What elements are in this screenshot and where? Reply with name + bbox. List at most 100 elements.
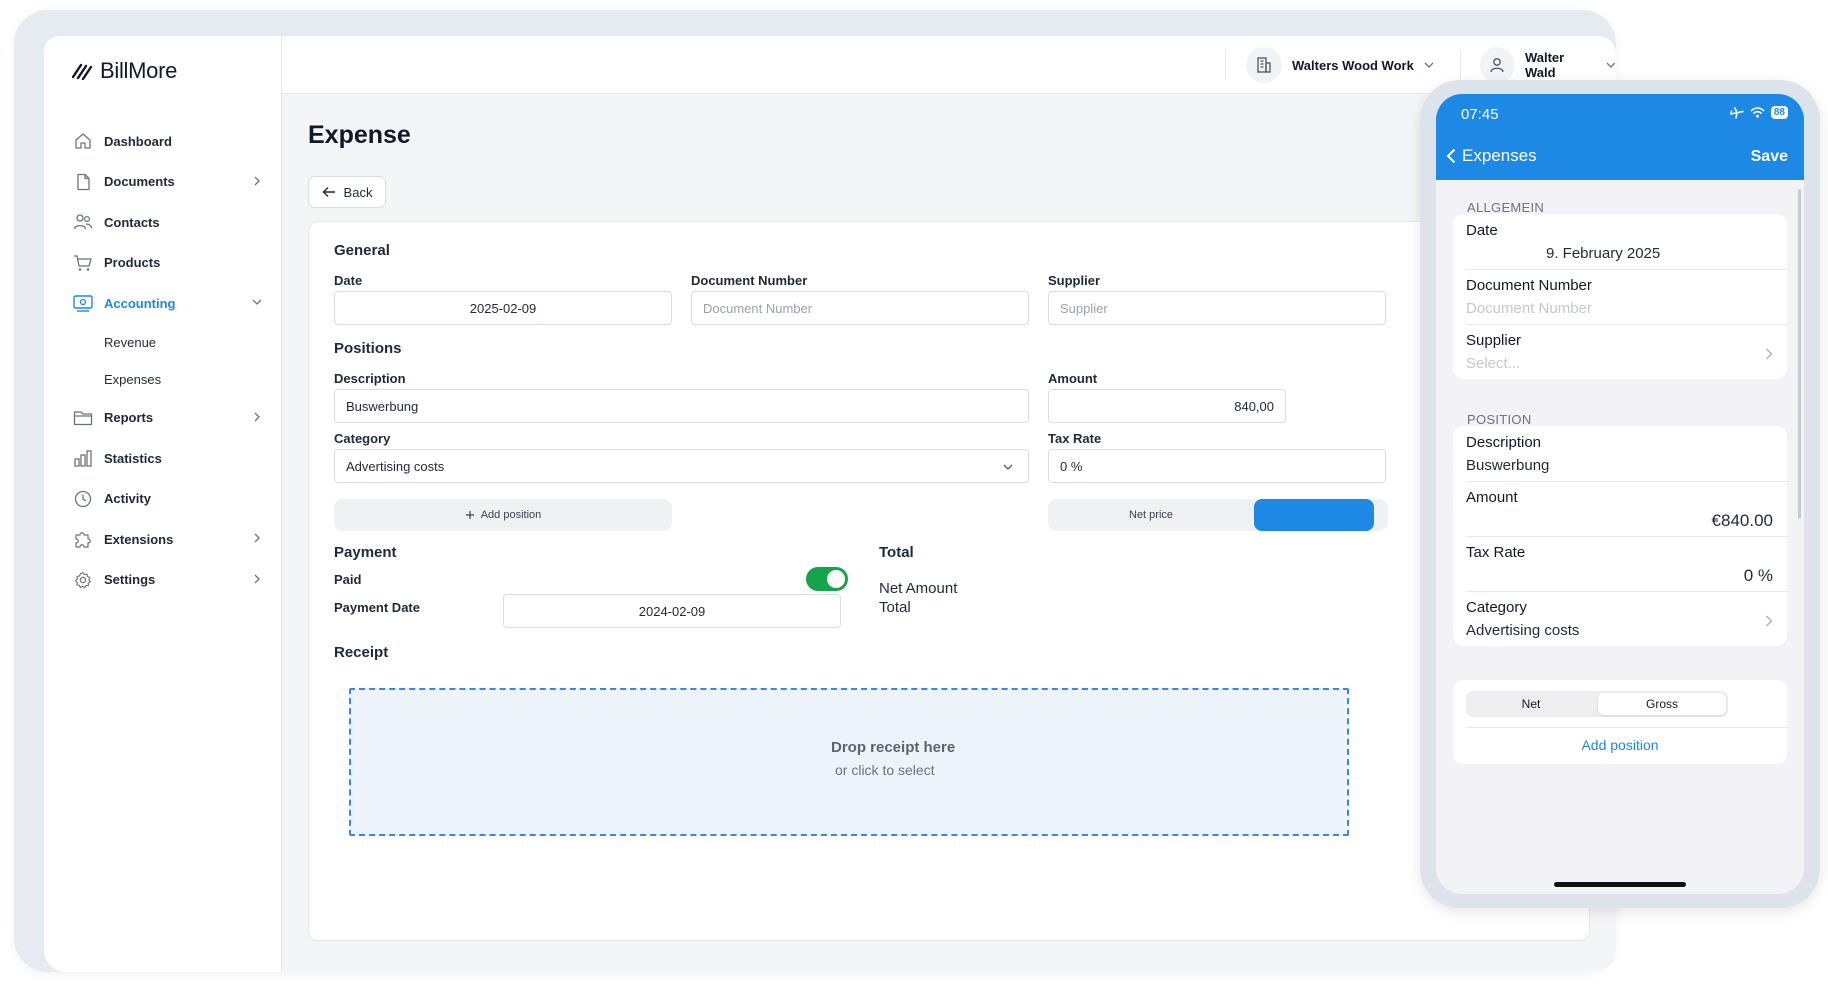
amount-label: Amount bbox=[1048, 371, 1098, 386]
mobile-category-row[interactable]: Category Advertising costs bbox=[1453, 591, 1787, 646]
sidebar-item-documents[interactable]: Documents bbox=[62, 162, 272, 203]
desktop-app-window: BillMore Dashboard Documents Contacts Pr… bbox=[44, 36, 1616, 972]
sidebar-item-accounting[interactable]: Accounting bbox=[62, 283, 272, 324]
sidebar-item-label: Statistics bbox=[104, 450, 162, 466]
chevron-down-icon bbox=[1606, 62, 1616, 68]
supplier-input[interactable]: Supplier bbox=[1048, 291, 1386, 325]
mobile-tax-rate-label: Tax Rate bbox=[1466, 544, 1526, 561]
paid-label: Paid bbox=[334, 572, 362, 587]
mobile-date-row[interactable]: Date 9. February 2025 bbox=[1453, 214, 1787, 269]
plus-icon bbox=[465, 511, 474, 519]
top-bar: Walters Wood Work Walter Wald bbox=[282, 36, 1616, 94]
mobile-amount-row[interactable]: Amount €840.00 bbox=[1453, 481, 1787, 536]
payment-date-label: Payment Date bbox=[334, 600, 420, 615]
tax-rate-label: Tax Rate bbox=[1048, 431, 1102, 446]
sidebar-item-settings[interactable]: Settings bbox=[62, 560, 272, 601]
mobile-amount-label: Amount bbox=[1466, 489, 1518, 506]
sidebar-item-label: Dashboard bbox=[104, 133, 172, 149]
home-icon bbox=[72, 130, 94, 152]
user-menu[interactable]: Walter Wald bbox=[1480, 46, 1616, 84]
net-amount-label: Net Amount bbox=[879, 580, 958, 597]
brand-logo[interactable]: BillMore bbox=[72, 58, 177, 84]
mobile-add-position-button[interactable]: Add position bbox=[1453, 737, 1787, 753]
mobile-tax-rate-row[interactable]: Tax Rate 0 % bbox=[1453, 536, 1787, 591]
sidebar-subitem-expenses[interactable]: Expenses bbox=[62, 361, 272, 398]
mobile-supplier-row[interactable]: Supplier Select... bbox=[1453, 324, 1787, 379]
mobile-category-value: Advertising costs bbox=[1466, 622, 1580, 639]
back-button-label: Back bbox=[343, 184, 373, 200]
description-input[interactable]: Buswerbung bbox=[334, 389, 1029, 423]
price-mode-toggle: Net price bbox=[1048, 499, 1388, 531]
back-button[interactable]: Back bbox=[308, 176, 386, 208]
dropzone-subtitle: or click to select bbox=[835, 762, 935, 778]
mobile-gross-option[interactable]: Gross bbox=[1598, 693, 1726, 715]
sidebar-item-label: Products bbox=[104, 255, 161, 271]
home-indicator bbox=[1554, 882, 1686, 887]
sidebar-item-label: Activity bbox=[104, 491, 151, 507]
sidebar-item-products[interactable]: Products bbox=[62, 243, 272, 284]
gross-price-option[interactable] bbox=[1254, 499, 1374, 531]
user-name: Walter Wald bbox=[1524, 50, 1565, 80]
contacts-icon bbox=[72, 211, 94, 233]
mobile-back-button[interactable]: Expenses bbox=[1446, 146, 1537, 166]
puzzle-icon bbox=[72, 528, 94, 550]
arrow-left-icon bbox=[322, 187, 335, 197]
folder-icon bbox=[72, 407, 94, 429]
mobile-app-screen: 07:45 88 Expenses Save ALLGEMEIN Date 9.… bbox=[1436, 94, 1804, 894]
mobile-price-mode-toggle: Net Gross bbox=[1466, 691, 1728, 717]
gear-icon bbox=[72, 569, 94, 591]
dropzone-title: Drop receipt here bbox=[831, 739, 956, 756]
category-select[interactable]: Advertising costs bbox=[334, 449, 1029, 483]
chevron-down-icon bbox=[1003, 464, 1013, 470]
mobile-document-number-label: Document Number bbox=[1466, 277, 1592, 294]
chevron-right-icon bbox=[1765, 348, 1773, 360]
payment-date-input[interactable]: 2024-02-09 bbox=[503, 594, 841, 628]
mobile-date-label: Date bbox=[1466, 222, 1498, 239]
amount-input[interactable]: 840,00 bbox=[1048, 389, 1286, 423]
mobile-back-label: Expenses bbox=[1462, 146, 1537, 165]
divider bbox=[1466, 727, 1787, 728]
sidebar-subitem-revenue[interactable]: Revenue bbox=[62, 324, 272, 361]
mobile-save-button[interactable]: Save bbox=[1751, 148, 1788, 166]
sidebar-item-activity[interactable]: Activity bbox=[62, 479, 272, 520]
sidebar-item-label: Contacts bbox=[104, 214, 160, 230]
mobile-position-group: Description Buswerbung Amount €840.00 Ta… bbox=[1453, 426, 1787, 646]
sidebar-item-statistics[interactable]: Statistics bbox=[62, 438, 272, 479]
organization-switcher[interactable]: Walters Wood Work bbox=[1246, 46, 1434, 84]
document-number-input[interactable]: Document Number bbox=[691, 291, 1029, 325]
sidebar-item-contacts[interactable]: Contacts bbox=[62, 202, 272, 243]
sidebar-item-dashboard[interactable]: Dashboard bbox=[62, 121, 272, 162]
sidebar-item-extensions[interactable]: Extensions bbox=[62, 519, 272, 560]
net-price-option[interactable]: Net price bbox=[1048, 499, 1254, 531]
add-position-button[interactable]: Add position bbox=[334, 499, 672, 531]
cart-icon bbox=[72, 252, 94, 274]
mobile-supplier-label: Supplier bbox=[1466, 332, 1522, 349]
paid-toggle[interactable] bbox=[806, 567, 848, 591]
mobile-net-option[interactable]: Net bbox=[1466, 691, 1596, 717]
tax-rate-input[interactable]: 0 % bbox=[1048, 449, 1386, 483]
billmore-logo-icon bbox=[72, 63, 93, 80]
mobile-amount-value: €840.00 bbox=[1711, 511, 1773, 530]
mobile-document-number-row[interactable]: Document Number Document Number bbox=[1453, 269, 1787, 324]
section-title-general: General bbox=[334, 242, 390, 259]
mobile-actions-group: Net Gross Add position bbox=[1453, 680, 1787, 764]
document-icon bbox=[72, 171, 94, 193]
chevron-right-icon bbox=[254, 176, 260, 185]
mobile-description-row[interactable]: Description Buswerbung bbox=[1453, 426, 1787, 481]
mobile-scrollbar[interactable] bbox=[1798, 189, 1801, 519]
sidebar-item-reports[interactable]: Reports bbox=[62, 398, 272, 439]
receipt-dropzone[interactable]: Drop receipt here or click to select bbox=[349, 688, 1349, 836]
date-label: Date bbox=[334, 273, 363, 288]
supplier-label: Supplier bbox=[1048, 273, 1101, 288]
brand-name: BillMore bbox=[100, 58, 178, 83]
desktop-device-frame: BillMore Dashboard Documents Contacts Pr… bbox=[14, 10, 1616, 972]
section-title-positions: Positions bbox=[334, 340, 402, 357]
expense-form-card: General Date 2025-02-09 Document Number … bbox=[308, 221, 1590, 941]
sidebar-item-label: Accounting bbox=[104, 295, 176, 311]
date-input[interactable]: 2025-02-09 bbox=[334, 291, 672, 325]
chevron-left-icon bbox=[1446, 148, 1456, 164]
sidebar-item-label: Documents bbox=[104, 174, 175, 190]
mobile-document-number-input[interactable]: Document Number bbox=[1466, 300, 1592, 317]
chevron-right-icon bbox=[1765, 615, 1773, 627]
section-title-receipt: Receipt bbox=[334, 644, 389, 661]
